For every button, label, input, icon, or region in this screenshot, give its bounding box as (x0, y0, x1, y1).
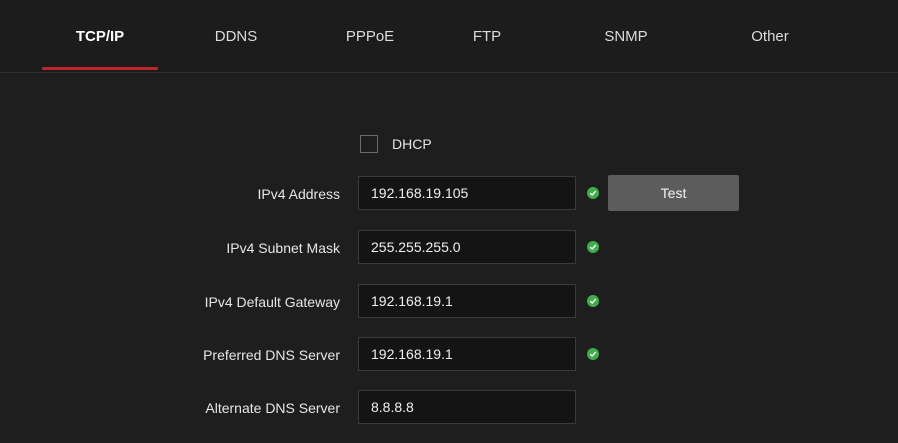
test-button[interactable]: Test (608, 175, 739, 211)
check-circle-icon (587, 348, 599, 360)
check-circle-icon (587, 241, 599, 253)
subnet-mask-field[interactable] (358, 230, 576, 264)
tab-other[interactable]: Other (730, 0, 810, 72)
tab-ftp[interactable]: FTP (452, 0, 522, 72)
ipv4-address-label: IPv4 Address (257, 186, 341, 202)
dhcp-option: DHCP (360, 133, 432, 155)
active-tab-indicator (42, 67, 158, 70)
check-circle-icon (587, 295, 599, 307)
dhcp-checkbox[interactable] (360, 135, 378, 153)
dhcp-label: DHCP (392, 136, 432, 152)
alternate-dns-label: Alternate DNS Server (205, 400, 340, 416)
alternate-dns-field[interactable] (358, 390, 576, 424)
default-gateway-field[interactable] (358, 284, 576, 318)
check-circle-icon (587, 187, 599, 199)
preferred-dns-label: Preferred DNS Server (203, 347, 340, 363)
tab-bar: TCP/IP DDNS PPPoE FTP SNMP Other (0, 0, 898, 73)
tab-pppoe[interactable]: PPPoE (330, 0, 410, 72)
tab-snmp[interactable]: SNMP (586, 0, 666, 72)
tab-ddns[interactable]: DDNS (196, 0, 276, 72)
default-gateway-label: IPv4 Default Gateway (204, 294, 340, 310)
subnet-mask-label: IPv4 Subnet Mask (226, 240, 340, 256)
tab-tcpip[interactable]: TCP/IP (42, 0, 158, 72)
ipv4-address-field[interactable] (358, 176, 576, 210)
preferred-dns-field[interactable] (358, 337, 576, 371)
